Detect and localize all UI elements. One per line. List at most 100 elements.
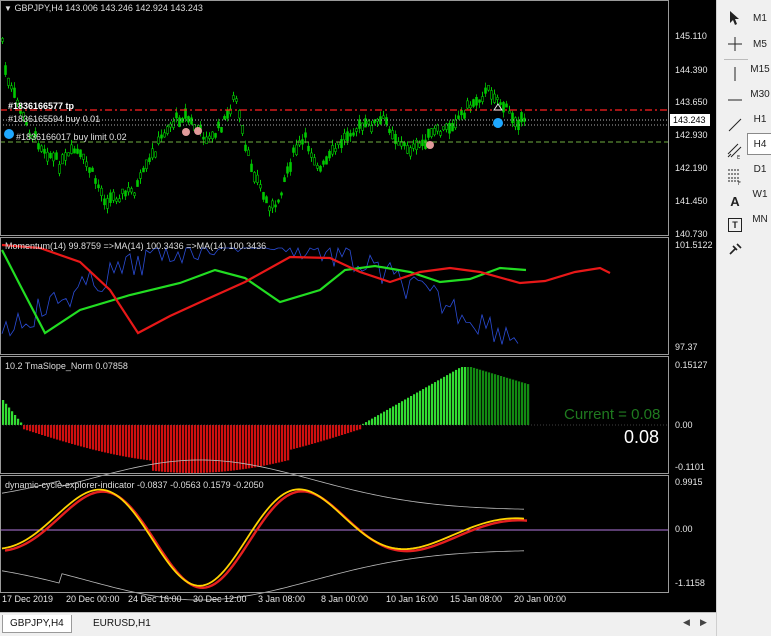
order-buy-limit-label: #1836166017 buy limit 0.02: [16, 132, 127, 142]
timeframe-m15[interactable]: M15: [747, 58, 771, 80]
tma-bar: [383, 411, 386, 425]
tab-scroll-left-icon[interactable]: ◀: [683, 617, 690, 628]
candle-body: [406, 145, 409, 154]
candle-body: [340, 139, 343, 149]
arrows-icon[interactable]: [722, 238, 748, 260]
tma-bar: [233, 425, 236, 471]
svg-text:E: E: [737, 155, 740, 160]
tma-bar: [392, 406, 395, 425]
tma-bar: [80, 425, 83, 447]
candle-body: [502, 102, 505, 113]
timeframe-m15-label: M15: [750, 63, 770, 75]
tma-bar: [23, 425, 26, 430]
price-axis-label: 141.450: [675, 196, 708, 206]
channel-icon[interactable]: E: [722, 140, 748, 162]
candle-body: [352, 132, 355, 136]
tma-bar: [47, 425, 50, 437]
tma-bar: [251, 425, 254, 468]
horizontal-line-icon[interactable]: [722, 89, 748, 111]
timeframe-mn[interactable]: MN: [747, 208, 771, 230]
candle-body: [163, 132, 166, 138]
momentum-axis-top: 101.5122: [675, 240, 713, 250]
tma-bar: [272, 425, 275, 464]
candle-body: [79, 149, 82, 158]
candle-body: [397, 141, 400, 146]
cursor-icon[interactable]: [722, 7, 748, 29]
timeframe-m30[interactable]: M30: [747, 83, 771, 105]
tma-label: 10.2 TmaSlope_Norm 0.07858: [5, 361, 128, 371]
tma-bar: [191, 425, 194, 473]
tma-bar: [29, 425, 32, 432]
tma-bar: [218, 425, 221, 472]
candle-body: [202, 136, 205, 140]
tma-bar: [275, 425, 278, 464]
candle-body: [127, 187, 130, 193]
tab-scroll-right-icon[interactable]: ▶: [700, 617, 707, 628]
current-price-value: 143.243: [673, 115, 706, 125]
candle-body: [472, 99, 475, 107]
tma-bar: [374, 416, 377, 425]
tma-bar: [494, 374, 497, 425]
candle-body: [322, 160, 325, 165]
tma-bar: [248, 425, 251, 469]
chart-area[interactable]: ▼ GBPJPY,H4 143.006 143.246 142.924 143.…: [0, 0, 716, 612]
tma-bar: [254, 425, 257, 468]
candle-body: [292, 147, 295, 153]
tma-bar: [164, 425, 167, 472]
tma-bar: [338, 425, 341, 436]
timeframe-m5[interactable]: M5: [747, 33, 771, 55]
candle-body: [133, 192, 136, 196]
tma-bar: [86, 425, 89, 449]
candle-body: [259, 184, 262, 189]
candle-body: [145, 159, 148, 169]
tma-bar: [437, 380, 440, 425]
tma-bar: [167, 425, 170, 473]
label-icon[interactable]: T: [722, 214, 748, 236]
crosshair-icon[interactable]: [722, 33, 748, 55]
tma-bar: [224, 425, 227, 472]
candle-body: [343, 132, 346, 141]
tma-bar: [38, 425, 41, 435]
timeframe-m1-label: M1: [753, 12, 767, 24]
tma-current-text: Current = 0.08: [564, 406, 661, 423]
fibonacci-icon[interactable]: F: [722, 165, 748, 187]
candle-body: [226, 109, 229, 119]
candle-body: [94, 178, 97, 184]
chart-canvas[interactable]: [0, 0, 716, 612]
tma-bar: [314, 425, 317, 444]
candle-body: [52, 152, 55, 162]
timeframe-m1[interactable]: M1: [747, 7, 771, 29]
tab-eurusd-label: EURUSD,H1: [93, 618, 151, 629]
tab-gbpjpy-h4[interactable]: GBPJPY,H4: [2, 615, 72, 633]
candle-body: [358, 119, 361, 129]
tma-bar: [464, 367, 467, 425]
tma-bar: [2, 400, 5, 425]
trendline-icon[interactable]: [722, 114, 748, 136]
timeframe-d1[interactable]: D1: [747, 158, 771, 180]
candle-body: [439, 131, 442, 136]
signal-marker: [182, 128, 190, 136]
candle-body: [223, 116, 226, 120]
timeframe-w1[interactable]: W1: [747, 183, 771, 205]
vertical-line-icon[interactable]: [722, 63, 748, 85]
timeframe-h1[interactable]: H1: [747, 108, 771, 130]
candle-body: [85, 161, 88, 167]
candle-body: [73, 148, 76, 154]
candle-body: [370, 125, 373, 133]
candle-body: [409, 147, 412, 157]
candle-body: [4, 65, 7, 75]
tma-bar: [227, 425, 230, 472]
candle-body: [112, 191, 115, 201]
candle-body: [103, 198, 106, 206]
candle-body: [238, 110, 241, 119]
cycle-axis-bottom: -1.1158: [675, 578, 705, 588]
candle-body: [160, 134, 163, 139]
tma-bar: [518, 381, 521, 425]
timeframe-h4[interactable]: H4: [747, 133, 771, 155]
tma-bar: [353, 425, 356, 432]
chart-menu-icon[interactable]: ▼: [4, 4, 12, 13]
candle-body: [316, 165, 319, 169]
candle-body: [1, 38, 4, 42]
tab-eurusd-h1[interactable]: EURUSD,H1: [86, 615, 158, 633]
text-icon[interactable]: A: [722, 190, 748, 212]
